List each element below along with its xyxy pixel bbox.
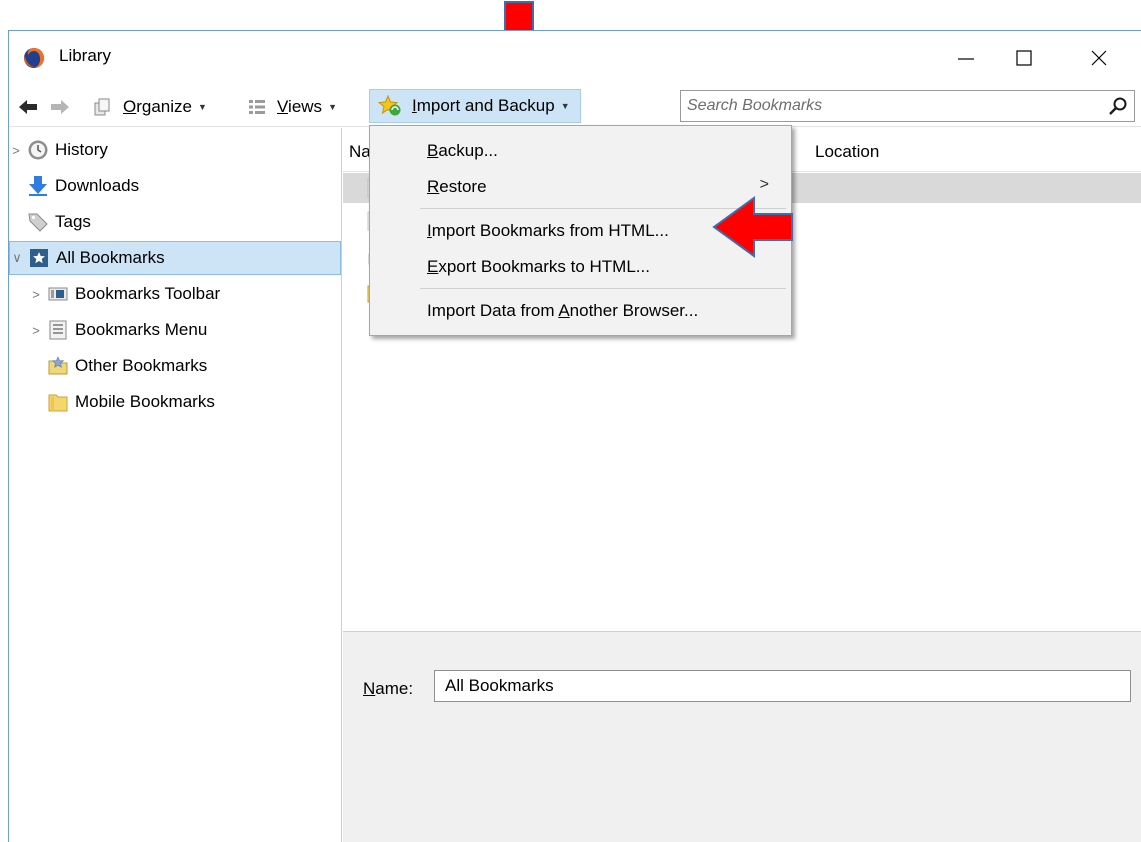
sidebar-item-label: Bookmarks Menu [75,320,208,339]
search-icon[interactable] [1108,96,1128,116]
details-pane: Name: [343,631,1141,842]
sidebar-item-tags[interactable]: Tags [9,205,341,239]
bookmarks-star-icon [28,247,50,269]
minimize-button[interactable] [943,39,989,77]
download-arrow-icon [27,175,49,197]
menu-item-label: Import Bookmarks from HTML... [427,221,669,240]
tag-icon [27,211,49,233]
sidebar-item-label: Tags [55,212,91,231]
forward-arrow-icon [51,100,69,114]
minimize-icon [958,58,974,60]
menu-item-import-another-browser[interactable]: Import Data from Another Browser... [371,294,791,328]
sidebar-item-history[interactable]: > History [9,133,341,167]
sidebar-item-downloads[interactable]: Downloads [9,169,341,203]
menu-item-label: Backup... [427,141,498,160]
expand-chevron-icon[interactable]: > [29,287,43,302]
menu-item-label: Restore [427,177,487,196]
firefox-logo-icon [24,48,44,68]
menu-list-icon [47,319,69,341]
maximize-button[interactable] [1001,39,1047,77]
column-header-name[interactable]: Na [349,142,371,162]
import-backup-label: Import and Backup [412,96,555,115]
window-title: Library [59,46,111,65]
library-sidebar: > History Downloads Tags ∨ All Bookmarks… [9,128,342,842]
sidebar-item-label: Downloads [55,176,140,195]
organize-icon [93,97,113,117]
toolbar-icon [47,283,69,305]
expand-chevron-icon[interactable]: > [29,323,43,338]
sidebar-item-bookmarks-menu[interactable]: > Bookmarks Menu [29,313,341,347]
sidebar-item-label: Mobile Bookmarks [75,392,215,411]
folder-star-icon [47,355,69,377]
search-bookmarks-box [680,90,1135,122]
folder-icon [47,391,69,413]
forward-button[interactable] [49,93,73,121]
sidebar-item-other-bookmarks[interactable]: Other Bookmarks [29,349,341,383]
organize-label: Organize [123,97,192,116]
maximize-icon [1016,50,1032,66]
close-icon [1091,50,1107,66]
expand-chevron-icon[interactable]: > [9,143,23,158]
organize-menu-button[interactable]: Organize ▼ [93,93,207,121]
views-list-icon [247,97,267,117]
history-clock-icon [27,139,49,161]
dropdown-caret-icon: ▼ [560,101,570,111]
annotation-left-arrow [712,196,793,258]
close-button[interactable] [1076,39,1122,77]
views-label: Views [277,97,323,116]
import-backup-menu-button[interactable]: Import and Backup ▼ [369,89,581,123]
import-star-icon [378,95,402,117]
sidebar-item-label: Other Bookmarks [75,356,208,375]
menu-separator [420,288,786,289]
sidebar-item-label: Bookmarks Toolbar [75,284,221,303]
column-header-location[interactable]: Location [815,142,879,162]
collapse-chevron-icon[interactable]: ∨ [10,250,24,266]
back-button[interactable] [17,93,41,121]
menu-item-backup[interactable]: Backup... [371,134,791,168]
search-bookmarks-input[interactable] [687,94,1087,118]
sidebar-item-bookmarks-toolbar[interactable]: > Bookmarks Toolbar [29,277,341,311]
submenu-chevron-icon: > [759,176,769,193]
sidebar-item-label: History [55,140,108,159]
name-field-label: Name: [363,679,414,698]
sidebar-item-mobile-bookmarks[interactable]: Mobile Bookmarks [29,385,341,419]
menu-item-label: Import Data from Another Browser... [427,301,699,320]
library-toolbar: Organize ▼ Views ▼ Import and Backup ▼ [9,85,1141,127]
sidebar-item-label: All Bookmarks [56,248,165,267]
views-menu-button[interactable]: Views ▼ [247,93,337,121]
menu-item-label: Export Bookmarks to HTML... [427,257,650,276]
dropdown-caret-icon: ▼ [328,102,337,112]
back-arrow-icon [19,100,37,114]
title-bar: Library [9,31,1141,85]
name-field[interactable] [434,670,1131,702]
sidebar-item-all-bookmarks[interactable]: ∨ All Bookmarks [9,241,341,275]
dropdown-caret-icon: ▼ [198,102,207,112]
